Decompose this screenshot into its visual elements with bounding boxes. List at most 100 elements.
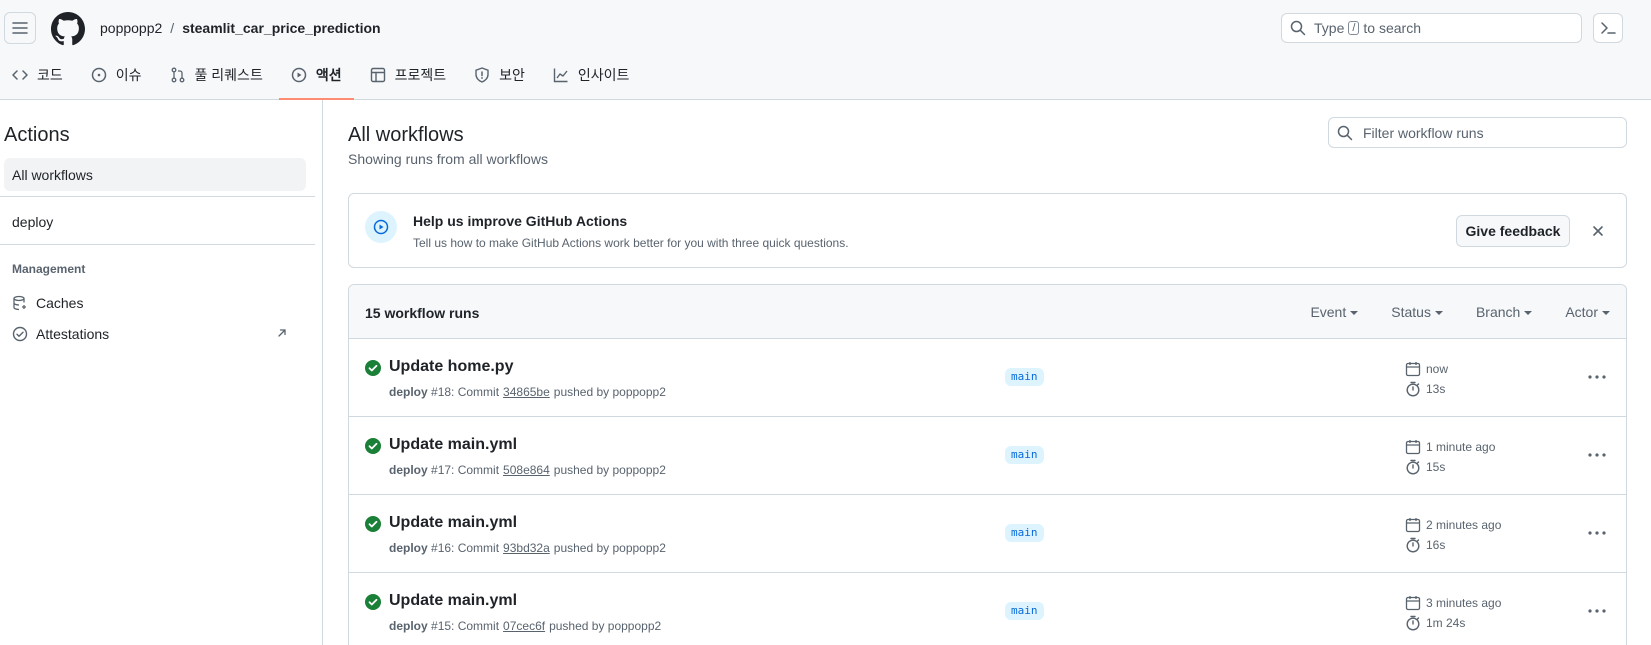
commit-sha-link[interactable]: 07cec6f [503, 619, 545, 633]
run-timestamp: 2 minutes ago [1405, 517, 1501, 533]
tab-insights[interactable]: 인사이트 [541, 58, 642, 92]
kebab-horizontal-icon [1588, 609, 1606, 613]
filter-event-dropdown[interactable]: Event [1310, 304, 1359, 320]
breadcrumb-separator: / [170, 20, 175, 36]
run-pushed-by: pushed by poppopp2 [549, 619, 662, 633]
code-icon [12, 70, 28, 80]
filter-placeholder: Filter workflow runs [1363, 124, 1484, 141]
run-menu-button[interactable] [1585, 367, 1609, 387]
tab-security[interactable]: 보안 [462, 58, 537, 92]
branch-label[interactable]: main [1005, 446, 1044, 464]
stopwatch-icon [1406, 459, 1420, 475]
run-workflow-name: deploy [389, 463, 428, 477]
sidebar-item-deploy[interactable]: deploy [4, 205, 306, 238]
branch-label[interactable]: main [1005, 368, 1044, 386]
table-icon [370, 67, 385, 83]
run-workflow-name: deploy [389, 619, 428, 633]
search-icon [1337, 125, 1353, 140]
command-palette-button[interactable] [1593, 13, 1623, 43]
kebab-horizontal-icon [1588, 531, 1606, 535]
dropdown-label: Event [1310, 304, 1347, 320]
check-circle-success-icon [365, 438, 381, 454]
issue-opened-icon [91, 67, 107, 83]
close-icon [1593, 226, 1603, 236]
sidebar-item-caches[interactable]: Caches [4, 286, 306, 319]
arrow-up-right-icon [278, 329, 286, 337]
dropdown-label: Status [1391, 304, 1431, 320]
kebab-horizontal-icon [1588, 375, 1606, 379]
run-meta: deploy #15: Commit 07cec6f pushed by poppo… [389, 619, 661, 633]
branch-label[interactable]: main [1005, 602, 1044, 620]
filter-actor-dropdown[interactable]: Actor [1565, 304, 1610, 320]
search-input[interactable]: Type / to search [1281, 13, 1582, 43]
app-header: poppopp2 / steamlit_car_price_prediction… [0, 0, 1651, 100]
run-duration-text: 16s [1426, 538, 1446, 552]
runs-filters: Event Status Branch Actor [1277, 304, 1610, 320]
tab-label: 프로젝트 [394, 67, 447, 83]
calendar-icon [1405, 596, 1421, 611]
hamburger-icon [12, 22, 28, 34]
caret-down-icon [1434, 311, 1443, 315]
menu-button[interactable] [4, 12, 36, 44]
table-row[interactable]: Update home.py deploy #18: Commit 34865be… [349, 339, 1626, 417]
calendar-icon [1405, 440, 1421, 455]
github-logo-icon[interactable] [51, 12, 85, 46]
run-title-link[interactable]: Update main.yml [389, 592, 517, 610]
table-row[interactable]: Update main.yml deploy #16: Commit 93bd32… [349, 495, 1626, 573]
search-prefix: Type [1314, 20, 1345, 36]
run-title-link[interactable]: Update home.py [389, 358, 513, 376]
dropdown-label: Branch [1475, 304, 1521, 320]
banner-title: Help us improve GitHub Actions [413, 213, 628, 229]
commit-sha-link[interactable]: 34865be [503, 385, 550, 399]
run-menu-button[interactable] [1585, 601, 1609, 621]
table-row[interactable]: Update main.yml deploy #15: Commit 07cec6… [349, 573, 1626, 645]
tab-label: 풀 리퀘스트 [194, 67, 263, 83]
filter-status-dropdown[interactable]: Status [1391, 304, 1443, 320]
commit-sha-link[interactable]: 93bd32a [503, 541, 550, 555]
repo-nav-tabs: 코드 이슈 풀 리퀘스트 액션 프로젝트 보안 인사이트 [0, 58, 645, 100]
sidebar-item-attestations[interactable]: Attestations [4, 317, 306, 350]
tab-code[interactable]: 코드 [0, 58, 75, 92]
run-when-text: 3 minutes ago [1426, 596, 1502, 610]
run-menu-button[interactable] [1585, 445, 1609, 465]
check-circle-success-icon [365, 516, 381, 532]
tab-actions[interactable]: 액션 [278, 58, 354, 100]
run-meta: deploy #17: Commit 508e864 pushed by poppo… [389, 463, 666, 477]
feedback-banner: Help us improve GitHub Actions Tell us h… [348, 193, 1627, 268]
commit-sha-link[interactable]: 508e864 [503, 463, 550, 477]
sidebar-divider [0, 244, 315, 245]
banner-description: Tell us how to make GitHub Actions work … [413, 236, 849, 250]
table-row[interactable]: Update main.yml deploy #17: Commit 508e86… [349, 417, 1626, 495]
filter-branch-dropdown[interactable]: Branch [1475, 304, 1533, 320]
run-pushed-by: pushed by poppopp2 [553, 541, 666, 555]
repo-owner-link[interactable]: poppopp2 [100, 20, 162, 36]
run-timestamp: 3 minutes ago [1405, 595, 1501, 611]
filter-workflow-runs-input[interactable]: Filter workflow runs [1328, 117, 1627, 148]
play-icon [365, 211, 397, 243]
page-subtitle: Showing runs from all workflows [348, 151, 548, 167]
close-banner-button[interactable] [1589, 222, 1607, 240]
sidebar-item-all-workflows[interactable]: All workflows [4, 158, 306, 191]
check-circle-success-icon [365, 360, 381, 376]
calendar-icon [1405, 362, 1421, 377]
tab-issues[interactable]: 이슈 [79, 58, 154, 92]
stopwatch-icon [1406, 615, 1420, 631]
run-title-link[interactable]: Update main.yml [389, 436, 517, 454]
kebab-horizontal-icon [1588, 453, 1606, 457]
repo-name-link[interactable]: steamlit_car_price_prediction [182, 20, 380, 36]
run-number: #15: Commit [431, 619, 500, 633]
run-duration: 15s [1405, 459, 1445, 475]
branch-label[interactable]: main [1005, 524, 1044, 542]
run-title-link[interactable]: Update main.yml [389, 514, 517, 532]
stopwatch-icon [1406, 381, 1420, 397]
run-menu-button[interactable] [1585, 523, 1609, 543]
tab-label: 인사이트 [577, 67, 630, 83]
tab-pull-requests[interactable]: 풀 리퀘스트 [158, 58, 275, 92]
sidebar-item-label: Attestations [36, 325, 110, 342]
tab-projects[interactable]: 프로젝트 [358, 58, 459, 92]
run-when-text: 1 minute ago [1426, 440, 1496, 454]
give-feedback-button[interactable]: Give feedback [1456, 215, 1570, 247]
run-number: #17: Commit [431, 463, 500, 477]
play-icon [291, 67, 307, 83]
run-meta: deploy #16: Commit 93bd32a pushed by poppo… [389, 541, 666, 555]
